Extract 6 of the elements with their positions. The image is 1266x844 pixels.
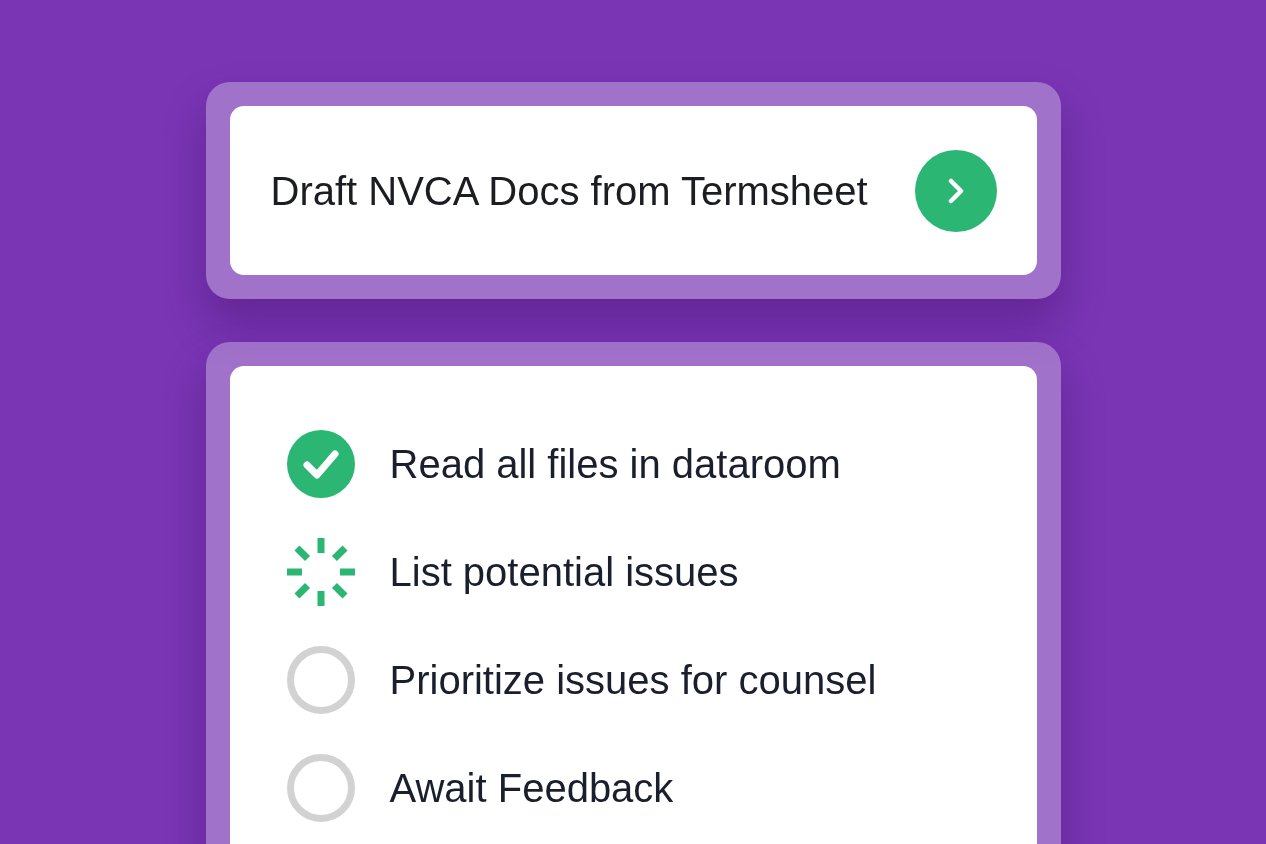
step-label: Prioritize issues for counsel [389,657,877,704]
chevron-right-icon [947,177,964,204]
step-label: Await Feedback [389,765,674,812]
task-title: Draft NVCA Docs from Termsheet [270,167,868,215]
step-label: List potential issues [389,549,739,596]
step-label: Read all files in dataroom [389,441,841,488]
